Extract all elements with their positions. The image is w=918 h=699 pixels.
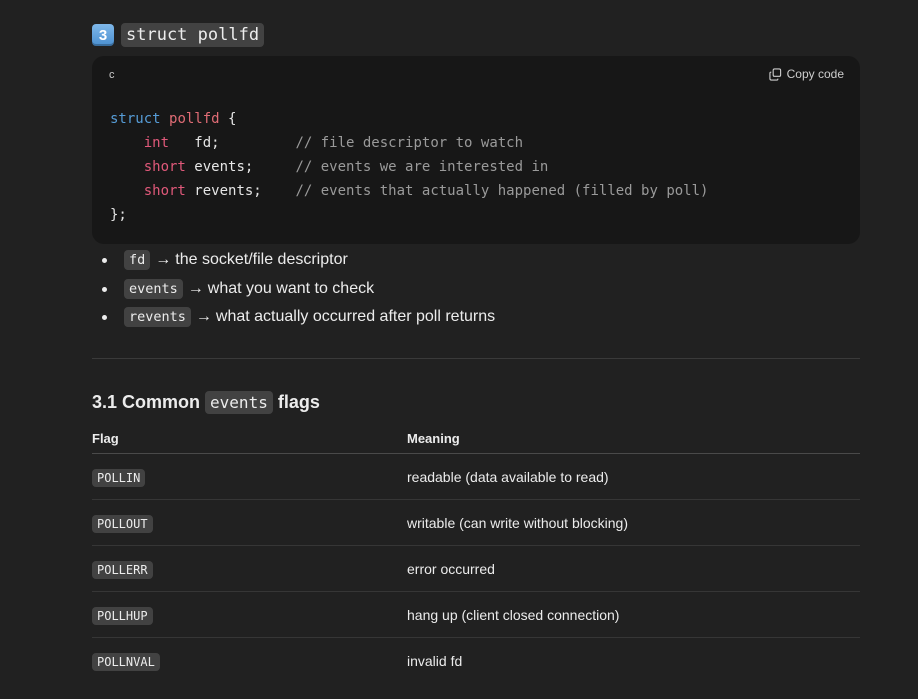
divider [92,358,860,359]
header-flag: Flag [92,431,119,446]
subsection-heading-code: events [205,390,273,414]
code-field: fd; [169,135,296,151]
flag-code: POLLNVAL [92,652,160,671]
flag-meaning: writable (can write without blocking) [407,514,628,531]
list-item: fd → the socket/file descriptor [92,246,495,275]
keycap-three-emoji: 3 [92,24,114,46]
flag-code: POLLOUT [92,514,153,533]
code-field: events; [185,159,296,175]
arrow-icon: → [155,251,172,269]
code-punct: }; [110,207,127,223]
flag-code: POLLIN [92,468,146,487]
code-language-label: c [109,69,115,81]
code-text: struct pollfd { int fd; // file descript… [110,107,708,227]
copy-code-label: Copy code [786,67,844,81]
copy-code-button[interactable]: Copy code [768,67,844,81]
code-type: int [143,135,170,151]
list-item-text: what you want to check [207,279,375,297]
table-row: POLLIN readable (data available to read) [92,454,860,500]
table-header: Flag Meaning [92,424,860,454]
table-row: POLLERR error occurred [92,546,860,592]
list-item: events → what you want to check [92,275,495,304]
table-row: POLLHUP hang up (client closed connectio… [92,592,860,638]
section-heading: 3 struct pollfd [92,22,265,48]
flag-meaning: error occurred [407,560,495,577]
code-comment: // file descriptor to watch [295,135,524,151]
list-item-text: the socket/file descriptor [175,251,348,269]
field-list: fd → the socket/file descriptor events →… [92,246,495,332]
code-punct: { [219,111,237,127]
list-item: revents → what actually occurred after p… [92,303,495,332]
code-struct-name: pollfd [169,111,220,127]
header-meaning: Meaning [407,431,460,446]
code-type: short [143,183,186,199]
code-field: revents; [185,183,296,199]
subsection-heading-suffix: flags [277,391,320,412]
subsection-heading: 3.1 Common events flags [92,388,320,416]
code-comment: // events we are interested in [295,159,549,175]
code-type: short [143,159,186,175]
copy-icon [768,67,781,81]
inline-code: events [124,278,183,299]
flag-code: POLLHUP [92,606,153,625]
flag-meaning: invalid fd [407,652,463,669]
arrow-icon: → [187,279,204,297]
section-heading-code: struct pollfd [121,23,265,47]
inline-code: revents [124,307,191,328]
flag-meaning: hang up (client closed connection) [407,606,620,623]
list-item-text: what actually occurred after poll return… [215,308,496,326]
subsection-heading-prefix: 3.1 Common [92,391,201,412]
flag-meaning: readable (data available to read) [407,468,609,485]
flags-table: Flag Meaning POLLIN readable (data avail… [92,424,860,683]
code-block: c Copy code struct pollfd { int fd; // f… [92,56,860,244]
arrow-icon: → [195,308,212,326]
code-keyword: struct [110,111,161,127]
table-row: POLLNVAL invalid fd [92,638,860,683]
table-row: POLLOUT writable (can write without bloc… [92,500,860,546]
inline-code: fd [124,250,151,271]
flag-code: POLLERR [92,560,153,579]
code-comment: // events that actually happened (filled… [295,183,709,199]
